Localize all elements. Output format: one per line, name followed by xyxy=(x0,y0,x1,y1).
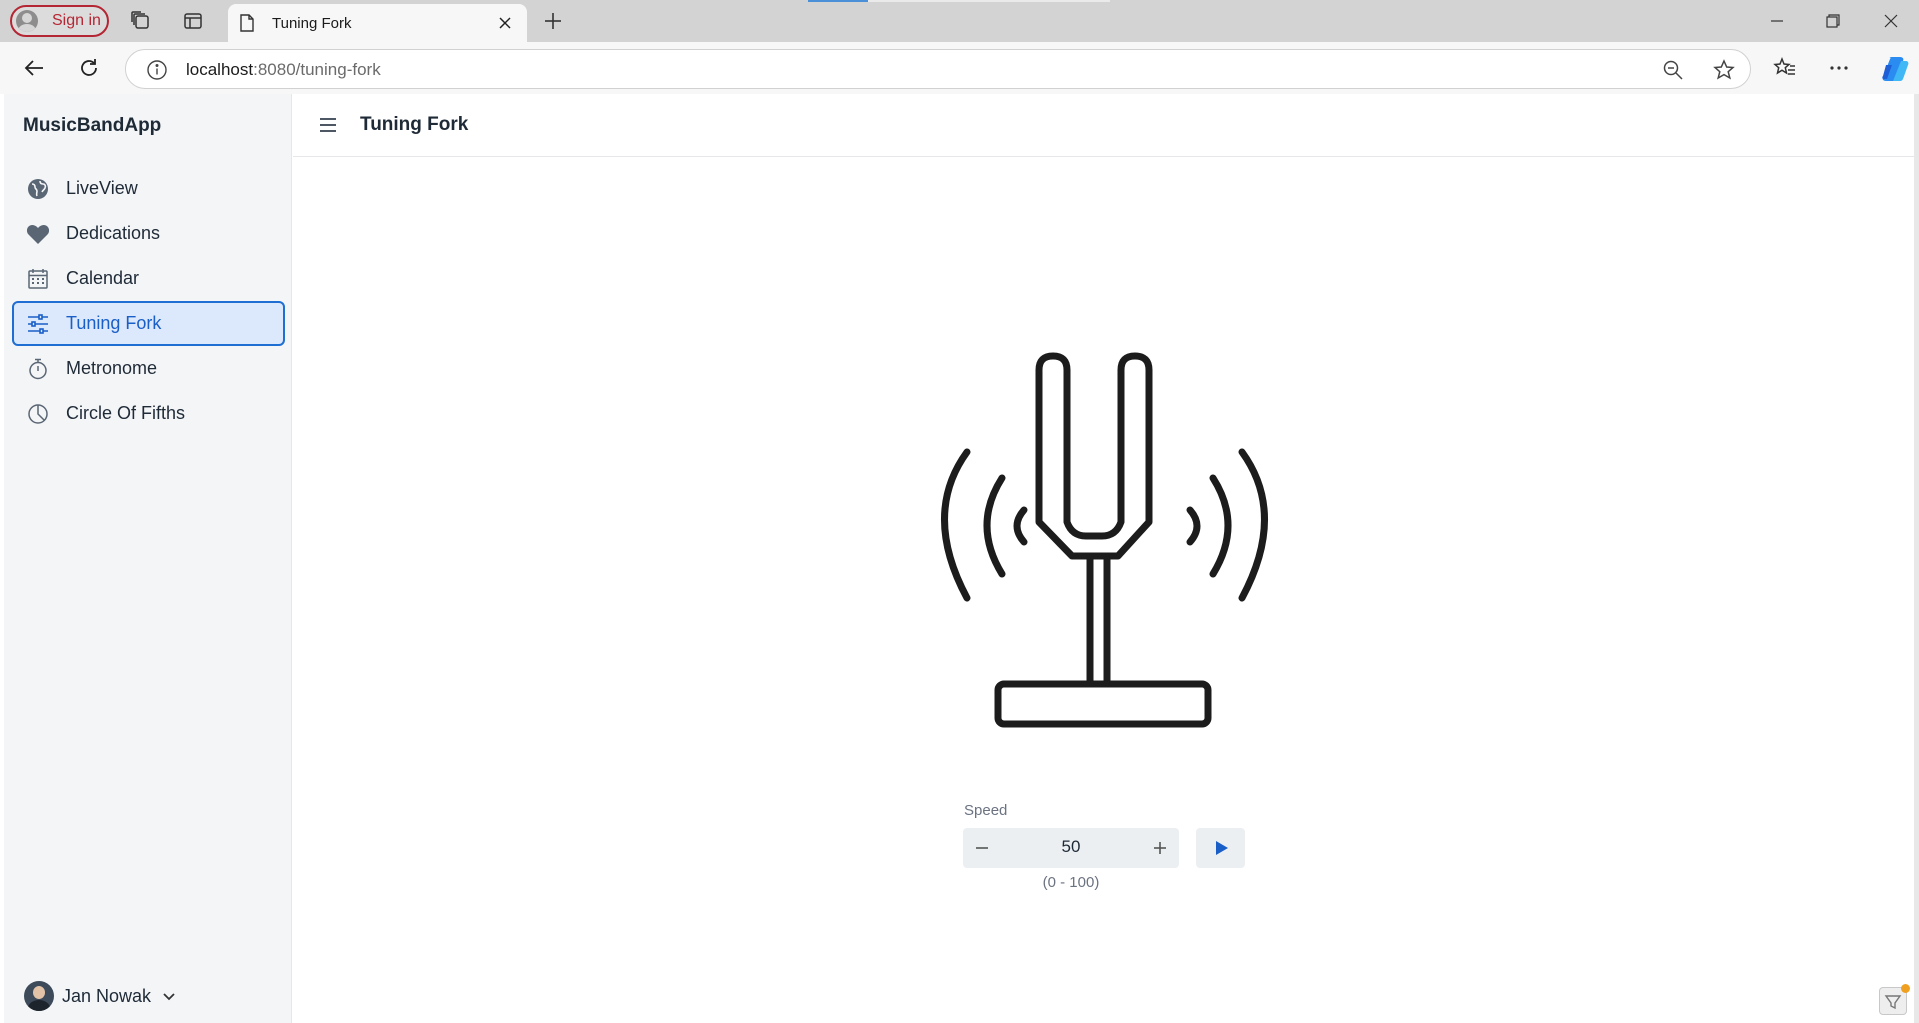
sidebar-item-dedications[interactable]: Dedications xyxy=(12,211,285,256)
calendar-icon xyxy=(26,267,50,291)
favorite-star-icon[interactable] xyxy=(1712,58,1736,82)
play-button[interactable] xyxy=(1196,828,1245,868)
new-tab-icon[interactable] xyxy=(541,9,565,33)
speed-label: Speed xyxy=(964,802,1008,819)
close-tab-icon[interactable] xyxy=(495,13,515,33)
tab-strip-highlight-secondary xyxy=(868,0,1110,2)
address-bar-row: localhost:8080/tuning-fork xyxy=(0,42,1919,94)
app-brand: MusicBandApp xyxy=(23,115,162,136)
scrollbar[interactable] xyxy=(1914,94,1919,1023)
url-host: localhost xyxy=(186,60,254,79)
browser-tab-bar: Sign in Tuning Fork xyxy=(0,0,1919,42)
play-icon xyxy=(1215,841,1228,855)
favorites-list-icon[interactable] xyxy=(1772,55,1798,81)
page-icon xyxy=(240,13,258,33)
sign-in-button[interactable]: Sign in xyxy=(10,5,109,37)
restore-icon[interactable] xyxy=(1813,6,1853,36)
minimize-icon[interactable] xyxy=(1757,6,1797,36)
chevron-down-icon xyxy=(161,988,177,1004)
increase-button[interactable] xyxy=(1149,837,1171,859)
tab-strip-highlight xyxy=(808,0,868,2)
sign-in-label: Sign in xyxy=(52,12,101,29)
sidebar-item-circle-of-fifths[interactable]: Circle Of Fifths xyxy=(12,391,285,436)
pie-chart-icon xyxy=(26,402,50,426)
sidebar-item-label: Tuning Fork xyxy=(66,313,162,333)
decrease-button[interactable] xyxy=(971,837,993,859)
heart-icon xyxy=(26,222,50,246)
page-title: Tuning Fork xyxy=(360,114,469,135)
page-header: Tuning Fork xyxy=(293,94,1914,157)
stopwatch-icon xyxy=(26,357,50,381)
browser-tab-active[interactable]: Tuning Fork xyxy=(228,4,527,42)
app-root: MusicBandApp LiveView Dedications Calend… xyxy=(0,94,1919,1023)
sidebar-item-label: Calendar xyxy=(66,268,140,288)
tuning-fork-icon xyxy=(941,352,1268,728)
user-menu[interactable]: Jan Nowak xyxy=(24,979,177,1013)
sidebar-item-calendar[interactable]: Calendar xyxy=(12,256,285,301)
sidebar-nav: LiveView Dedications Calendar Tuning For… xyxy=(12,166,285,436)
more-options-icon[interactable] xyxy=(1826,55,1852,81)
sidebar-item-label: Metronome xyxy=(66,358,158,378)
url-field[interactable]: localhost:8080/tuning-fork xyxy=(125,49,1751,89)
globe-icon xyxy=(26,177,50,201)
zoom-out-icon[interactable] xyxy=(1662,59,1684,81)
site-info-icon[interactable] xyxy=(146,59,168,81)
user-name: Jan Nowak xyxy=(62,985,152,1006)
avatar xyxy=(24,981,54,1011)
sidebar-item-liveview[interactable]: LiveView xyxy=(12,166,285,211)
sidebar-item-label: Circle Of Fifths xyxy=(66,403,186,423)
sliders-icon xyxy=(26,312,50,336)
workspaces-icon[interactable] xyxy=(129,9,153,33)
sidebar-item-tuning-fork[interactable]: Tuning Fork xyxy=(12,301,285,346)
back-arrow-icon[interactable] xyxy=(21,55,47,81)
speed-range-hint: (0 - 100) xyxy=(1042,874,1100,891)
tab-title: Tuning Fork xyxy=(272,14,352,32)
sidebar-item-metronome[interactable]: Metronome xyxy=(12,346,285,391)
notification-dot xyxy=(1901,984,1910,993)
url-text: localhost:8080/tuning-fork xyxy=(186,60,381,80)
speed-value[interactable]: 50 xyxy=(1003,837,1139,857)
tab-actions-icon[interactable] xyxy=(181,9,205,33)
close-window-icon[interactable] xyxy=(1871,6,1911,36)
sidebar: MusicBandApp LiveView Dedications Calend… xyxy=(4,94,292,1023)
url-path: :8080/tuning-fork xyxy=(253,60,381,79)
feedback-icon[interactable] xyxy=(1879,984,1910,1015)
refresh-icon[interactable] xyxy=(76,55,102,81)
profile-icon xyxy=(16,10,38,32)
speed-stepper: 50 xyxy=(963,828,1179,868)
sidebar-item-label: Dedications xyxy=(66,223,161,243)
sidebar-item-label: LiveView xyxy=(66,178,138,198)
copilot-icon[interactable] xyxy=(1879,52,1911,84)
menu-icon[interactable] xyxy=(317,114,339,136)
